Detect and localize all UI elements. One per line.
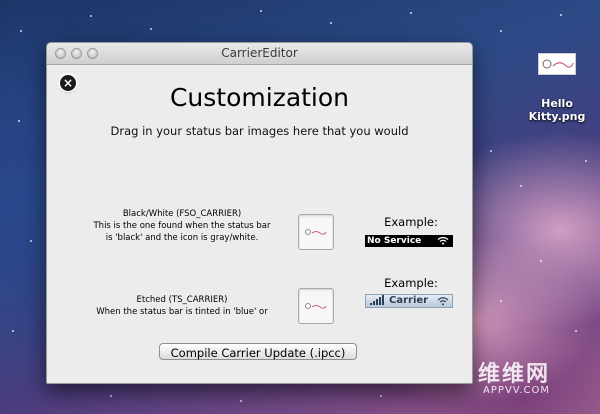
desktop-file-label[interactable]: Hello Kitty.png xyxy=(527,97,587,123)
section-text: When the status bar is tinted in 'blue' … xyxy=(96,307,268,317)
wifi-icon xyxy=(437,297,449,306)
signal-bars-icon xyxy=(370,295,384,305)
black-white-description: Black/White (FSO_CARRIER) This is the on… xyxy=(67,208,297,244)
title-bar[interactable]: CarrierEditor xyxy=(47,43,472,65)
instructions-text: Drag in your status bar images here that… xyxy=(110,124,409,138)
example-label: Example: xyxy=(384,215,438,229)
section-text: This is the one found when the status ba… xyxy=(93,221,271,231)
page-title: Customization xyxy=(169,83,350,112)
section-title: Etched (TS_CARRIER) xyxy=(136,295,228,305)
watermark-url: APPVV.COM xyxy=(483,385,551,396)
kitty-thumbnail-icon xyxy=(305,303,327,309)
carrier-editor-window: CarrierEditor × Customization Drag in yo… xyxy=(46,42,473,384)
window-title: CarrierEditor xyxy=(221,46,298,60)
hello-kitty-file-icon[interactable] xyxy=(538,53,576,75)
blue-status-bar-example: Carrier xyxy=(365,294,453,308)
etched-description: Etched (TS_CARRIER) When the status bar … xyxy=(67,294,297,318)
section-title: Black/White (FSO_CARRIER) xyxy=(122,209,242,219)
section-text: is 'black' and the icon is gray/white. xyxy=(105,233,259,243)
etched-image-drop-well[interactable] xyxy=(298,288,334,324)
file-label-line: Hello xyxy=(541,97,573,110)
wifi-icon xyxy=(437,236,449,245)
black-status-bar-example: No Service xyxy=(365,235,453,247)
status-text: Carrier xyxy=(389,295,429,306)
watermark: 维维网 APPVV.COM xyxy=(478,356,550,396)
status-text: No Service xyxy=(367,236,422,246)
compile-carrier-update-button[interactable]: Compile Carrier Update (.ipcc) xyxy=(159,343,357,360)
watermark-brand: 维维网 xyxy=(478,362,551,387)
example-label: Example: xyxy=(384,276,438,290)
kitty-thumbnail-icon xyxy=(305,229,327,235)
file-label-line: Kitty.png xyxy=(528,110,586,123)
black-white-image-drop-well[interactable] xyxy=(298,214,334,250)
kitty-thumbnail-icon xyxy=(542,59,574,69)
